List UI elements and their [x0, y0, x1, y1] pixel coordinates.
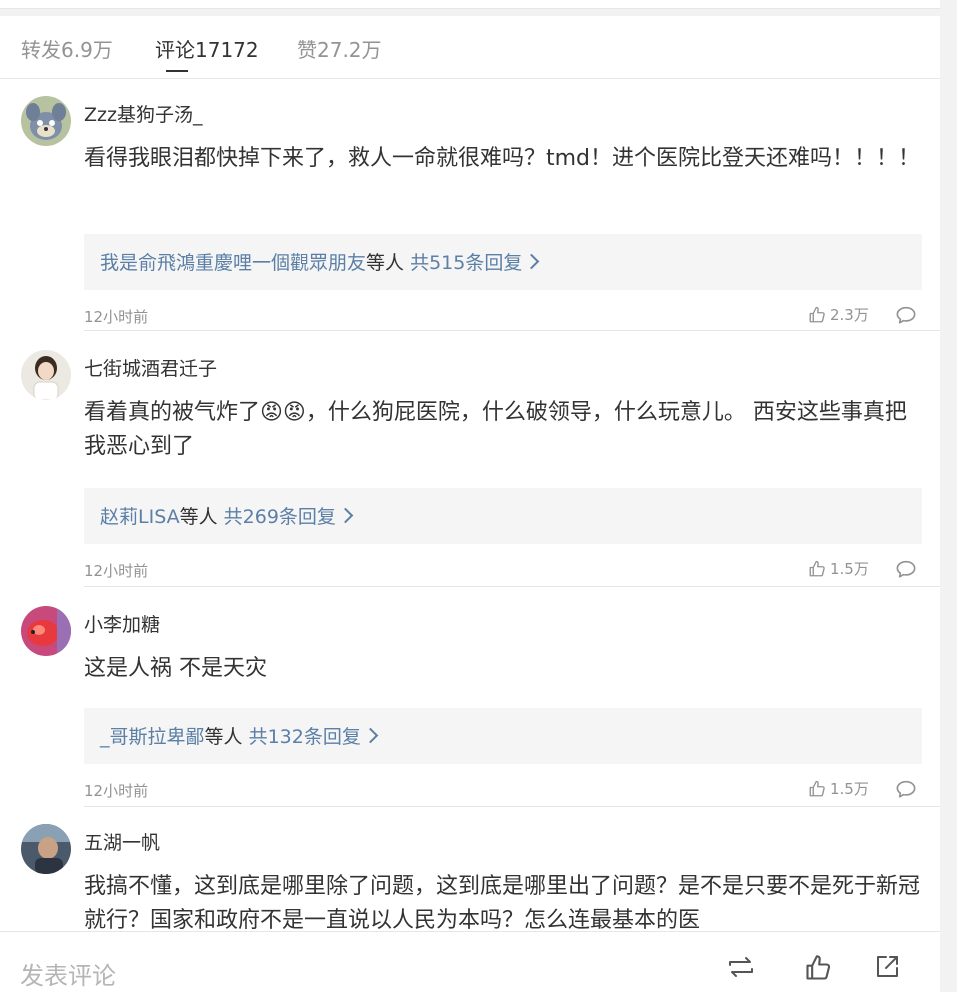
comment-username[interactable]: 小李加糖 — [84, 610, 160, 637]
like-button[interactable]: 1.5万 — [808, 558, 869, 579]
chevron-right-icon — [524, 253, 540, 270]
replies-suffix: 等人 — [366, 252, 405, 274]
comment-time: 12小时前 — [84, 308, 149, 326]
comment-text: 看得我眼泪都快掉下来了，救人一命就很难吗？tmd！进个医院比登天还难吗！！！！ — [84, 146, 921, 171]
replies-count-link[interactable]: 共269条回复 — [224, 506, 336, 528]
like-count: 1.5万 — [830, 560, 869, 578]
replies-preview[interactable]: 我是俞飛鴻重慶哩一個觀眾朋友等人 共515条回复 — [84, 234, 922, 290]
tab-likes[interactable]: 赞27.2万 — [297, 34, 382, 63]
avatar[interactable] — [21, 824, 71, 874]
comment-item: Zzz基狗子汤_ 看得我眼泪都快掉下来了，救人一命就很难吗？tmd！进个医院比登… — [0, 96, 940, 331]
tab-bar: 转发6.9万 评论17172 赞27.2万 — [0, 16, 940, 79]
comment-text: 我搞不懂，这到底是哪里除了问题，这到底是哪里出了问题？是不是只要不是死于新冠就行… — [84, 874, 921, 933]
comment-username[interactable]: 七街城酒君迁子 — [84, 354, 217, 381]
reply-users-link[interactable]: _哥斯拉卑鄙 — [100, 726, 205, 748]
thumbs-up-icon — [809, 560, 825, 577]
replies-count-link[interactable]: 共132条回复 — [249, 726, 361, 748]
active-tab-indicator — [166, 70, 188, 72]
tab-comments[interactable]: 评论17172 — [155, 34, 259, 63]
comment-time: 12小时前 — [84, 562, 149, 580]
reply-button[interactable] — [895, 779, 917, 803]
comment-username[interactable]: Zzz基狗子汤_ — [84, 100, 202, 127]
like-post-button[interactable] — [804, 954, 832, 986]
reply-users-link[interactable]: 赵莉LISA — [100, 506, 180, 528]
like-count: 1.5万 — [830, 780, 869, 798]
share-icon — [877, 956, 898, 977]
thumbs-up-icon — [806, 955, 831, 980]
comment-username[interactable]: 五湖一帆 — [84, 828, 160, 855]
reply-button[interactable] — [895, 559, 917, 583]
repost-button[interactable] — [726, 954, 756, 984]
like-count: 2.3万 — [830, 306, 869, 324]
comment-item: 小李加糖 这是人祸 不是天灾 _哥斯拉卑鄙等人 共132条回复 12小时前 1.… — [0, 606, 940, 807]
speech-bubble-icon — [896, 306, 916, 324]
comment-divider — [84, 330, 940, 331]
post-comment-input[interactable]: 发表评论 — [20, 956, 116, 991]
speech-bubble-icon — [896, 560, 916, 578]
replies-preview[interactable]: _哥斯拉卑鄙等人 共132条回复 — [84, 708, 922, 764]
reply-button[interactable] — [895, 305, 917, 329]
replies-suffix: 等人 — [204, 726, 243, 748]
avatar[interactable] — [21, 96, 71, 146]
like-button[interactable]: 2.3万 — [808, 304, 869, 325]
comment-text: 这是人祸 不是天灾 — [84, 656, 267, 681]
top-strip — [0, 0, 940, 9]
comment-text: 看着真的被气炸了😡😡，什么狗屁医院，什么破领导，什么玩意儿。 西安这些事真把我恶… — [84, 400, 907, 459]
like-button[interactable]: 1.5万 — [808, 778, 869, 799]
avatar[interactable] — [21, 606, 71, 656]
avatar[interactable] — [21, 350, 71, 400]
chevron-right-icon — [362, 727, 379, 744]
replies-count-link[interactable]: 共515条回复 — [410, 252, 522, 274]
replies-preview[interactable]: 赵莉LISA等人 共269条回复 — [84, 488, 922, 544]
speech-bubble-icon — [896, 780, 916, 798]
comment-item: 七街城酒君迁子 看着真的被气炸了😡😡，什么狗屁医院，什么破领导，什么玩意儿。 西… — [0, 350, 940, 587]
share-button[interactable] — [874, 954, 900, 984]
repost-icon — [729, 957, 753, 977]
reply-users-link[interactable]: 我是俞飛鴻重慶哩一個觀眾朋友 — [100, 252, 366, 274]
thumbs-up-icon — [809, 780, 825, 797]
comment-item: 五湖一帆 我搞不懂，这到底是哪里除了问题，这到底是哪里出了问题？是不是只要不是死… — [0, 824, 940, 944]
comment-divider — [84, 806, 940, 807]
thumbs-up-icon — [809, 306, 825, 323]
chevron-right-icon — [337, 507, 354, 524]
replies-suffix: 等人 — [179, 506, 218, 528]
comment-time: 12小时前 — [84, 782, 149, 800]
tab-repost[interactable]: 转发6.9万 — [21, 34, 113, 63]
bottom-action-bar: 发表评论 — [0, 931, 940, 992]
comments-card: 转发6.9万 评论17172 赞27.2万 Zzz基狗子汤_ 看得我眼泪都快掉下… — [0, 16, 940, 991]
comment-divider — [84, 586, 940, 587]
